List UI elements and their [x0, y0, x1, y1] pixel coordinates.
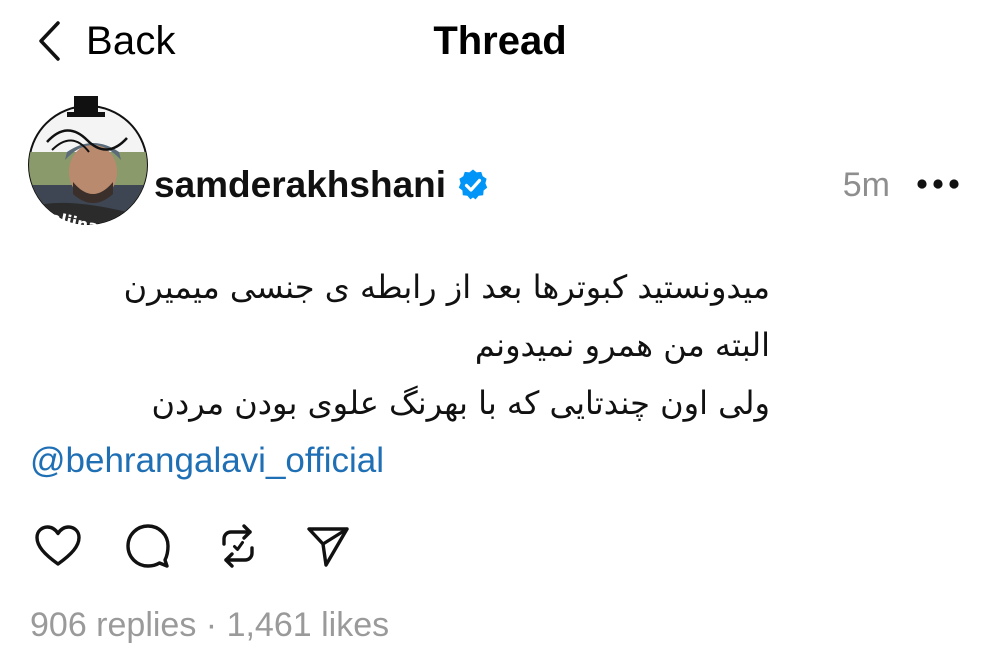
post-body: میدونستید کبوترها بعد از رابطه ی جنسی می… — [30, 258, 770, 480]
post-stats: 906 replies · 1,461 likes — [30, 600, 389, 650]
reply-button[interactable] — [120, 518, 176, 574]
avatar[interactable]: Aalijna — [27, 90, 149, 228]
post-timestamp: 5m — [842, 166, 890, 204]
author-row: samderakhshani — [154, 160, 490, 210]
stats-separator: · — [196, 606, 227, 644]
post-actions — [30, 518, 390, 574]
likes-count[interactable]: 1,461 likes — [227, 606, 390, 644]
post-text-line: ولی اون چندتایی که با بهرنگ علوی بودن مر… — [151, 384, 770, 422]
share-button[interactable] — [300, 518, 356, 574]
repost-button[interactable] — [210, 518, 266, 574]
username-link[interactable]: samderakhshani — [154, 164, 446, 206]
more-options-button[interactable] — [912, 168, 964, 204]
heart-icon — [34, 524, 82, 568]
repost-icon — [215, 522, 261, 570]
back-label: Back — [86, 18, 176, 63]
top-bar: Back Thread — [0, 0, 1000, 85]
mention-link[interactable]: @behrangalavi_official — [30, 436, 384, 486]
chevron-left-icon — [36, 20, 64, 62]
like-button[interactable] — [30, 518, 86, 574]
back-button[interactable]: Back — [36, 16, 176, 66]
comment-bubble-icon — [125, 523, 171, 569]
post-text-line: البته من همرو نمیدونم — [474, 326, 770, 364]
more-horizontal-icon — [916, 177, 960, 195]
verified-badge-icon — [456, 168, 490, 202]
post-text-line: میدونستید کبوترها بعد از رابطه ی جنسی می… — [123, 268, 770, 306]
replies-count[interactable]: 906 replies — [30, 606, 196, 644]
send-icon — [305, 524, 351, 568]
